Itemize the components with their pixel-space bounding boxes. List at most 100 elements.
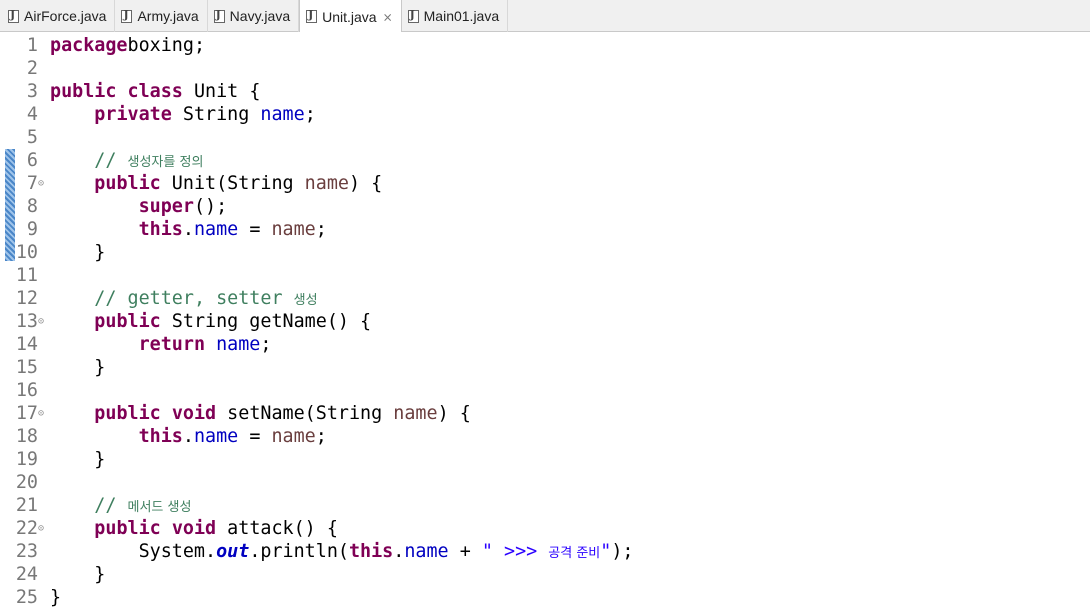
line-number: 10 xyxy=(15,242,38,263)
code-text: public void attack() { xyxy=(50,517,338,540)
code-token: (); xyxy=(193,196,228,217)
line-number: 22 xyxy=(15,518,38,539)
code-line[interactable]: 13 ⊝ public String getName() { xyxy=(0,310,1090,333)
code-line[interactable]: 17 ⊝ public void setName(String name) { xyxy=(0,402,1090,425)
code-line[interactable]: 10 } xyxy=(0,241,1090,264)
code-line[interactable]: 1 packageboxing; xyxy=(0,34,1090,57)
code-line[interactable]: 15 } xyxy=(0,356,1090,379)
code-line[interactable]: 5 xyxy=(0,126,1090,149)
java-file-icon xyxy=(8,8,19,23)
line-number: 25 xyxy=(15,587,38,608)
code-text: public class Unit { xyxy=(50,80,260,103)
code-token: name xyxy=(193,219,239,240)
line-number: 1 xyxy=(26,35,38,56)
code-text: packageboxing; xyxy=(50,34,205,57)
line-number: 24 xyxy=(15,564,38,585)
code-line[interactable]: 19 } xyxy=(0,448,1090,471)
code-text: // getter, setter 생성 xyxy=(50,287,318,312)
code-editor[interactable]: 1 packageboxing; 2 3 public class Unit {4 pr… xyxy=(0,32,1090,608)
code-text: return name; xyxy=(50,333,272,356)
code-line[interactable]: 4 private String name; xyxy=(0,103,1090,126)
code-token: ) { xyxy=(437,403,471,424)
code-token: = xyxy=(238,426,272,447)
code-line[interactable]: 25} xyxy=(0,586,1090,608)
fold-collapse-icon[interactable]: ⊝ xyxy=(38,517,44,540)
code-line[interactable]: 24 } xyxy=(0,563,1090,586)
code-line[interactable]: 16 xyxy=(0,379,1090,402)
line-number: 23 xyxy=(15,541,38,562)
tab-army-java[interactable]: Army.java xyxy=(115,0,208,32)
code-line[interactable]: 21 // 메서드 생성 xyxy=(0,494,1090,517)
code-token: 공격 준비 xyxy=(548,546,601,561)
code-token: ; xyxy=(260,334,272,355)
code-token: return xyxy=(138,334,206,355)
line-number: 9 xyxy=(26,219,38,240)
tab-main01-java[interactable]: Main01.java xyxy=(402,0,509,32)
code-token: name xyxy=(193,426,239,447)
java-file-icon xyxy=(213,8,225,23)
code-text: private String name; xyxy=(50,103,316,126)
code-token: // xyxy=(94,150,128,171)
tab-label: AirForce.java xyxy=(24,8,107,24)
code-line[interactable]: 6 // 생성자를 정의 xyxy=(0,149,1090,172)
code-token: Unit(String xyxy=(160,173,305,194)
line-number: 17 xyxy=(15,403,38,424)
line-number: 14 xyxy=(15,334,38,355)
code-line[interactable]: 11 xyxy=(0,264,1090,287)
code-line[interactable]: 3 public class Unit { xyxy=(0,80,1090,103)
line-number: 13 xyxy=(15,311,38,332)
code-token: private xyxy=(94,104,172,125)
code-token: ) { xyxy=(348,173,383,194)
code-token: name xyxy=(260,104,305,125)
code-token: // getter, setter xyxy=(94,288,294,309)
tab-airforce-java[interactable]: AirForce.java xyxy=(2,0,116,32)
line-number: 8 xyxy=(26,196,38,217)
code-token: } xyxy=(50,449,106,470)
code-token: name xyxy=(304,173,349,194)
code-line[interactable]: 7 ⊝ public Unit(String name) { xyxy=(0,172,1090,195)
fold-collapse-icon[interactable]: ⊝ xyxy=(38,402,44,425)
tab-label: Unit.java xyxy=(322,8,377,25)
code-line[interactable]: 23 System.out.println(this.name + " >>> … xyxy=(0,540,1090,563)
code-text: public Unit(String name) { xyxy=(50,172,382,195)
line-number: 3 xyxy=(26,81,38,102)
code-token: this xyxy=(138,426,183,447)
code-line[interactable]: 18 this.name = name; xyxy=(0,425,1090,448)
code-token: setName(String xyxy=(216,403,394,424)
close-icon[interactable]: ⨯ xyxy=(383,10,393,24)
code-line[interactable]: 12 // getter, setter 생성 xyxy=(0,287,1090,310)
code-token: ; xyxy=(304,104,316,125)
tab-unit-java[interactable]: Unit.java ⨯ xyxy=(299,0,402,33)
code-line[interactable]: 8 super(); xyxy=(0,195,1090,218)
code-token: 생성 xyxy=(293,293,318,308)
tab-label: Main01.java xyxy=(423,8,500,24)
code-text: } xyxy=(50,241,105,264)
code-text: } xyxy=(50,586,61,608)
code-token: } xyxy=(50,357,106,378)
code-token: .println( xyxy=(249,541,349,562)
line-number: 5 xyxy=(26,127,38,148)
tab-navy-java[interactable]: Navy.java xyxy=(208,0,300,32)
code-line[interactable]: 14 return name; xyxy=(0,333,1090,356)
line-number: 18 xyxy=(15,426,38,447)
code-line[interactable]: 9 this.name = name; xyxy=(0,218,1090,241)
code-token: } xyxy=(50,564,106,585)
code-line[interactable]: 20 xyxy=(0,471,1090,494)
fold-collapse-icon[interactable]: ⊝ xyxy=(38,310,44,333)
code-text: public String getName() { xyxy=(50,310,371,333)
code-line[interactable]: 22 ⊝ public void attack() { xyxy=(0,517,1090,540)
code-token: } xyxy=(50,242,106,263)
code-token: } xyxy=(50,587,62,608)
fold-collapse-icon[interactable]: ⊝ xyxy=(38,172,44,195)
code-token: String getName() { xyxy=(160,311,372,332)
code-text: this.name = name; xyxy=(50,425,327,448)
code-line[interactable]: 2 xyxy=(0,57,1090,80)
java-file-icon xyxy=(407,8,419,23)
